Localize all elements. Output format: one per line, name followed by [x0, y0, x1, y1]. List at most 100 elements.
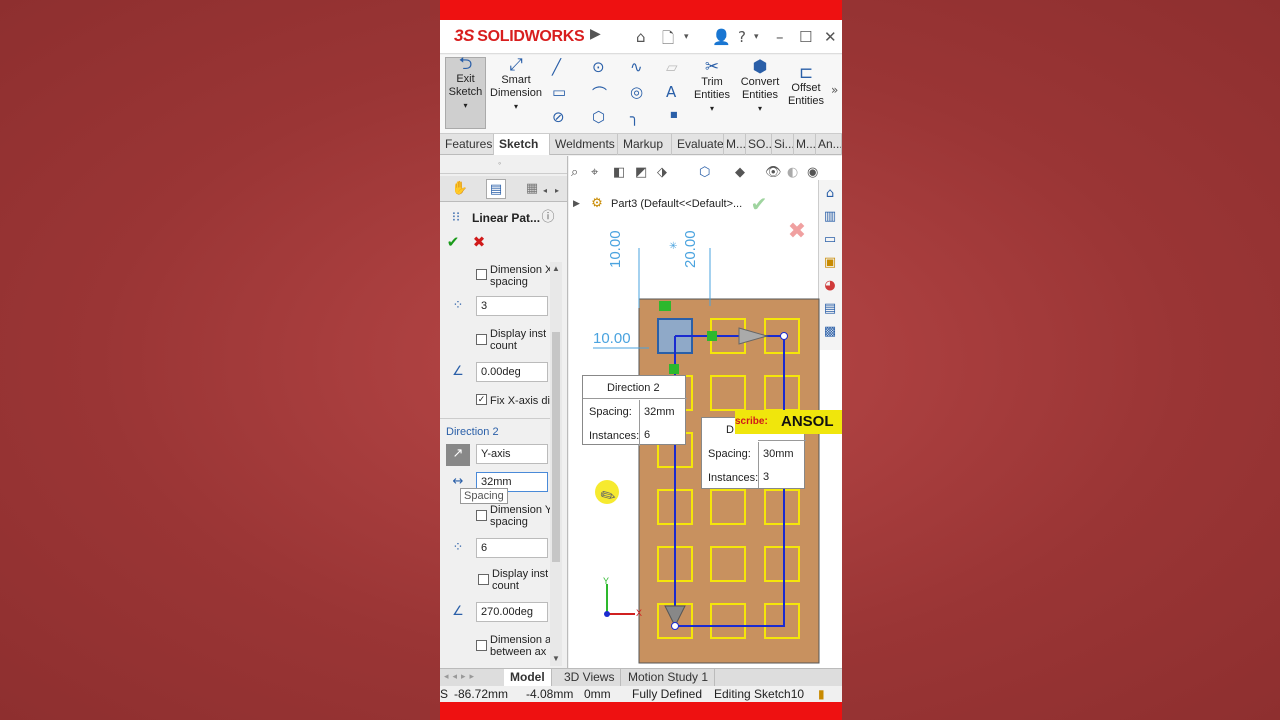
tab-solidworks-addins[interactable]: SO...	[746, 134, 772, 155]
status-s: S	[440, 687, 449, 701]
callout-spacing-value[interactable]: 30mm	[758, 442, 794, 466]
path-node[interactable]	[780, 332, 788, 340]
feature-manager-tab-icon[interactable]: ✋	[450, 179, 470, 199]
callout-spacing-value[interactable]: 32mm	[639, 400, 675, 424]
dir1-instances-field[interactable]: 3	[476, 296, 548, 316]
scroll-down-icon[interactable]: ▼	[552, 654, 560, 663]
constraint-badge	[659, 301, 671, 311]
help-icon[interactable]: ⓘ	[538, 208, 558, 228]
tab-m1[interactable]: M...	[724, 134, 746, 155]
dir1-display-count-checkbox[interactable]	[476, 334, 487, 345]
tab-analysis[interactable]: An...	[816, 134, 842, 155]
dir1-angle-field[interactable]: 0.00deg	[476, 362, 548, 382]
maximize-icon[interactable]: ☐	[799, 28, 812, 46]
origin-marker: ✳	[669, 241, 677, 252]
dropdown-arrow-icon[interactable]: ▾	[754, 32, 759, 42]
triad-y-label: Y	[603, 576, 610, 586]
callout-instances-value[interactable]: 3	[758, 466, 769, 488]
subscribe-banner[interactable]: scribe: ANSOL	[735, 410, 842, 434]
bottom-tabs: ◂◂▸▸ Model 3D Views Motion Study 1	[440, 668, 842, 686]
status-bar: S -86.72mm -4.08mm 0mm Fully Defined Edi…	[440, 686, 842, 702]
callout-title: D	[726, 424, 734, 436]
dir2-dimension-spacing-checkbox[interactable]	[476, 510, 487, 521]
tab-evaluate[interactable]: Evaluate	[672, 134, 724, 155]
pm-scrollbar[interactable]: ▲ ▼	[550, 262, 562, 666]
rebuild-icon[interactable]: ▮	[818, 687, 825, 701]
dir2-instances-field[interactable]: 6	[476, 538, 548, 558]
dimension-top-right[interactable]: 20.00	[682, 230, 699, 268]
dir1-dimension-spacing-checkbox[interactable]	[476, 269, 487, 280]
new-document-icon[interactable]: 🗋	[662, 28, 674, 53]
cancel-x-icon[interactable]: ✖	[469, 232, 489, 252]
play-icon[interactable]: ▶	[590, 26, 601, 42]
callout-instances-value[interactable]: 6	[639, 424, 650, 446]
pm-scroll-area: Dimension Xspacing ⁘ 3 Display inst count…	[440, 260, 562, 668]
dropdown-arrow-icon[interactable]: ▾	[684, 32, 689, 42]
minimize-icon[interactable]: –	[776, 28, 784, 46]
smart-dimension-button[interactable]: ⤢ Smart Dimension ▾	[488, 55, 544, 113]
dir2-angle-field[interactable]: 270.00deg	[476, 602, 548, 622]
ellipse-icon[interactable]: ◎	[630, 83, 643, 101]
rectangle-icon[interactable]: ▭	[552, 83, 566, 101]
reverse-direction-icon[interactable]: ↗	[446, 444, 470, 466]
panel-tabs: ✋ ▤ ▦ ◂ ▸	[440, 176, 567, 202]
line-icon[interactable]: ╱	[552, 58, 561, 76]
help-icon[interactable]: ?	[738, 28, 746, 46]
dimension-top-left[interactable]: 10.00	[607, 230, 624, 268]
scroll-thumb[interactable]	[552, 332, 560, 562]
callout-spacing-label: Spacing:	[589, 406, 632, 418]
status-definition: Fully Defined	[632, 687, 703, 701]
tab-nav-arrows-icon[interactable]: ◂◂▸▸	[444, 671, 478, 682]
fillet-icon[interactable]: ╮	[630, 108, 639, 126]
path-node[interactable]	[671, 622, 679, 630]
exit-sketch-button[interactable]: ⮌ Exit Sketch ▾	[445, 56, 486, 129]
trim-entities-button[interactable]: ✂ Trim Entities ▾	[692, 59, 732, 115]
tab-markup[interactable]: Markup	[618, 134, 672, 155]
tab-motion-study[interactable]: Motion Study 1	[622, 669, 716, 686]
fix-x-axis-checkbox[interactable]: ✓	[476, 394, 487, 405]
instances-icon: ⁘	[452, 540, 464, 555]
panel-splitter[interactable]: ◦	[440, 156, 567, 174]
offset-entities-button[interactable]: ⊏ Offset Entities	[784, 63, 828, 108]
graphics-area[interactable]: ⌕ ⌖ ◧ ◩ ⬗ ⬡ ◆ 👁 ◐ ◉ ▶ ⚙ Part3 (Default<<…	[569, 156, 842, 668]
tab-m2[interactable]: M...	[794, 134, 816, 155]
convert-entities-button[interactable]: ⬢ Convert Entities ▾	[736, 59, 784, 115]
arc-icon[interactable]: ⌒	[592, 83, 607, 104]
top-red-bar	[440, 0, 842, 20]
property-manager-tab-icon[interactable]: ▤	[486, 179, 506, 199]
dimension-left[interactable]: 10.00	[593, 330, 631, 347]
tab-simulation[interactable]: Si...	[772, 134, 794, 155]
tab-sketch[interactable]: Sketch	[494, 134, 550, 155]
spline-icon[interactable]: ∿	[630, 58, 643, 76]
tab-weldments[interactable]: Weldments	[550, 134, 618, 155]
dir2-display-count-checkbox[interactable]	[478, 574, 489, 585]
ribbon-more-icon[interactable]: »	[831, 83, 838, 97]
spacing-tooltip: Spacing	[460, 488, 508, 504]
dimension-angle-checkbox[interactable]	[476, 640, 487, 651]
polygon-icon[interactable]: ⬡	[592, 108, 605, 126]
configuration-tab-icon[interactable]: ▦	[522, 179, 542, 199]
tab-3d-views[interactable]: 3D Views	[558, 669, 622, 686]
tab-model[interactable]: Model	[504, 669, 552, 686]
slot-icon[interactable]: ⊘	[552, 108, 565, 126]
point-icon[interactable]: ■	[670, 110, 678, 119]
smart-dimension-icon: ⤢	[509, 55, 523, 75]
ok-check-icon[interactable]: ✔	[443, 232, 463, 252]
close-icon[interactable]: ✕	[824, 28, 837, 46]
offset-icon: ⊏	[798, 63, 814, 83]
scroll-up-icon[interactable]: ▲	[552, 264, 560, 273]
tab-scroll-left-icon[interactable]: ◂	[540, 181, 550, 201]
dir2-display-count-label: Display inst count	[492, 568, 549, 592]
user-icon[interactable]: 👤	[712, 28, 731, 46]
dir2-axis-field[interactable]: Y-axis	[476, 444, 548, 464]
tab-scroll-right-icon[interactable]: ▸	[552, 181, 562, 201]
direction2-callout: Direction 2 Spacing: 32mm Instances: 6	[582, 375, 687, 446]
dir1-dimension-spacing-label: Dimension Xspacing	[490, 264, 553, 288]
text-icon[interactable]: A	[666, 83, 676, 101]
status-editing: Editing Sketch10	[714, 687, 805, 701]
plane-icon[interactable]: ▱	[666, 58, 678, 76]
home-icon[interactable]: ⌂	[636, 28, 646, 46]
tab-features[interactable]: Features	[440, 134, 494, 155]
circle-icon[interactable]: ⊙	[592, 58, 605, 76]
coordinate-triad	[604, 584, 635, 617]
